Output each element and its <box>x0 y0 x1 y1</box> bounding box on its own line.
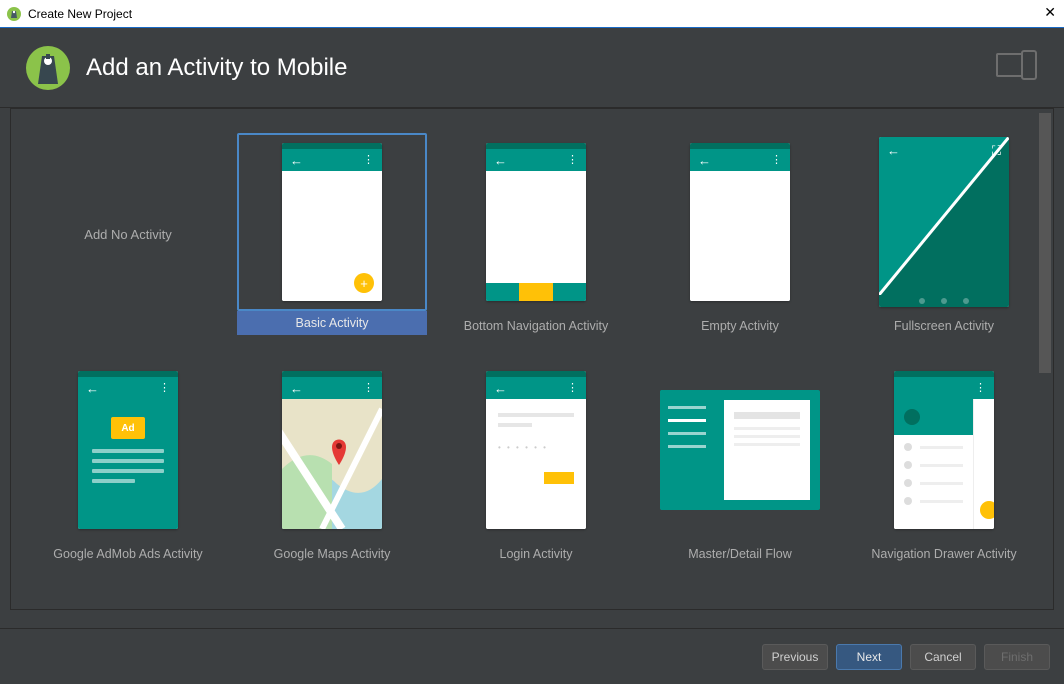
template-navigation-drawer-activity[interactable]: ⋮ Navigation Drawer Activity <box>849 361 1039 561</box>
template-add-no-activity[interactable]: Add No Activity <box>33 133 223 335</box>
template-label: Google Maps Activity <box>274 547 391 561</box>
template-gallery: Add No Activity←⋮+Basic Activity←⋮Bottom… <box>10 108 1054 610</box>
wizard-header: Add an Activity to Mobile <box>0 28 1064 108</box>
template-label: Fullscreen Activity <box>894 319 994 333</box>
device-icon <box>996 50 1038 87</box>
cancel-button[interactable]: Cancel <box>910 644 976 670</box>
template-google-admob-ads-activity[interactable]: ←⋮Ad Google AdMob Ads Activity <box>33 361 223 561</box>
template-thumbnail: ←⋮• • • • • • <box>441 361 631 539</box>
template-label: Google AdMob Ads Activity <box>53 547 202 561</box>
template-thumbnail: ←⋮Ad <box>33 361 223 539</box>
template-label: Master/Detail Flow <box>688 547 792 561</box>
template-thumbnail: ←⋮ <box>645 133 835 311</box>
template-thumbnail: ⋮ <box>849 361 1039 539</box>
template-thumbnail <box>645 361 835 539</box>
template-fullscreen-activity[interactable]: ←⛶ Fullscreen Activity <box>849 133 1039 335</box>
close-icon[interactable]: ✕ <box>1044 4 1056 21</box>
template-label: Add No Activity <box>33 133 223 335</box>
android-studio-icon <box>6 6 22 22</box>
window-title: Create New Project <box>28 7 132 21</box>
scrollbar-track[interactable] <box>1039 113 1051 605</box>
template-thumbnail: ←⋮ <box>237 361 427 539</box>
scrollbar-thumb[interactable] <box>1039 113 1051 373</box>
template-label: Basic Activity <box>237 311 427 335</box>
next-button[interactable]: Next <box>836 644 902 670</box>
template-empty-activity[interactable]: ←⋮ Empty Activity <box>645 133 835 335</box>
template-bottom-navigation-activity[interactable]: ←⋮ Bottom Navigation Activity <box>441 133 631 335</box>
template-login-activity[interactable]: ←⋮• • • • • • Login Activity <box>441 361 631 561</box>
template-label: Navigation Drawer Activity <box>871 547 1016 561</box>
template-label: Empty Activity <box>701 319 779 333</box>
finish-button: Finish <box>984 644 1050 670</box>
template-label: Login Activity <box>500 547 573 561</box>
template-label: Bottom Navigation Activity <box>464 319 609 333</box>
template-google-maps-activity[interactable]: ←⋮ Google Maps Activity <box>237 361 427 561</box>
android-studio-logo <box>24 44 72 92</box>
template-basic-activity[interactable]: ←⋮+Basic Activity <box>237 133 427 335</box>
page-title: Add an Activity to Mobile <box>86 54 347 82</box>
wizard-footer: Previous Next Cancel Finish <box>0 628 1064 684</box>
previous-button[interactable]: Previous <box>762 644 828 670</box>
template-thumbnail: ←⛶ <box>849 133 1039 311</box>
template-thumbnail: ←⋮+ <box>237 133 427 311</box>
template-master-detail-flow[interactable]: Master/Detail Flow <box>645 361 835 561</box>
titlebar: Create New Project ✕ <box>0 0 1064 28</box>
template-thumbnail: ←⋮ <box>441 133 631 311</box>
